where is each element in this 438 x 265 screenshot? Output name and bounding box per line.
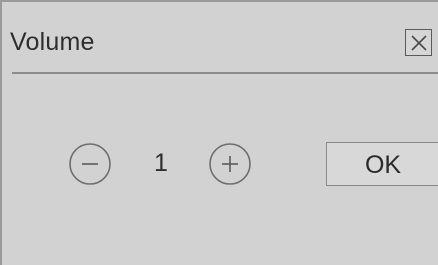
- volume-dialog: Volume 1 OK: [0, 0, 438, 265]
- title-bar: Volume: [2, 2, 438, 72]
- plus-circle-icon: [209, 143, 251, 185]
- close-button[interactable]: [405, 29, 432, 56]
- increase-volume-button[interactable]: [208, 142, 252, 186]
- ok-button-label: OK: [364, 151, 402, 179]
- decrease-volume-button[interactable]: [68, 142, 112, 186]
- ok-button[interactable]: OK: [326, 142, 438, 186]
- title-divider: [12, 72, 438, 74]
- close-icon: [411, 35, 427, 51]
- minus-circle-icon: [69, 143, 111, 185]
- volume-value: 1: [154, 149, 168, 177]
- dialog-title: Volume: [10, 28, 95, 56]
